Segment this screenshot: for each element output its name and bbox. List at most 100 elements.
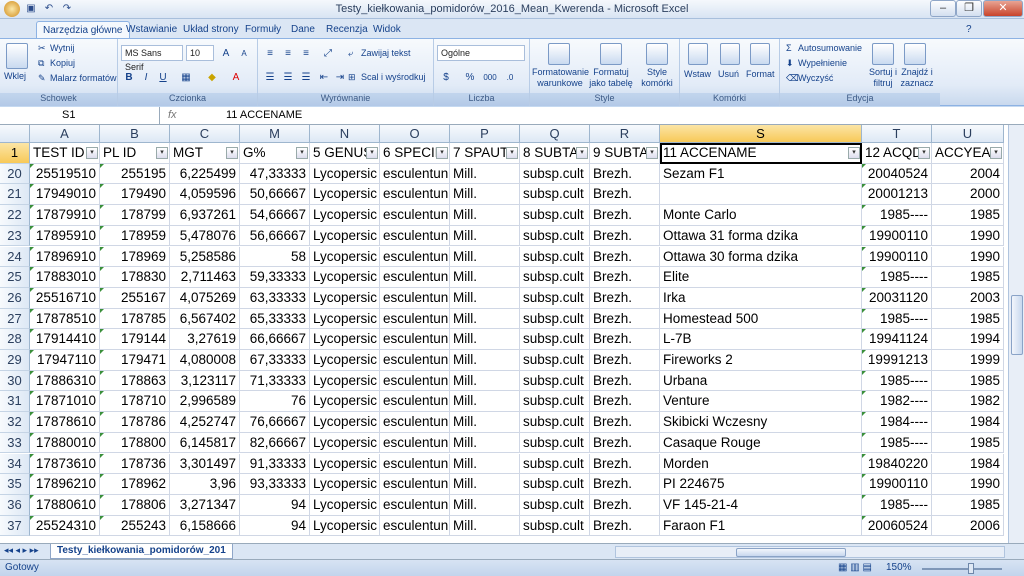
thousands-button[interactable]: 000: [480, 69, 500, 85]
table-cell[interactable]: 19991213: [862, 350, 932, 371]
row-header[interactable]: 33: [0, 432, 30, 454]
table-cell[interactable]: 178959: [100, 225, 170, 247]
table-cell[interactable]: Brezh.: [590, 205, 660, 226]
table-cell[interactable]: Skibicki Wczesny: [660, 412, 862, 433]
table-cell[interactable]: 19941124: [862, 329, 932, 350]
cut-button[interactable]: Wytnij: [50, 43, 74, 54]
table-cell[interactable]: Lycopersic: [310, 370, 380, 392]
table-cell[interactable]: Mill.: [450, 370, 520, 392]
table-cell[interactable]: 1990: [932, 474, 1004, 495]
font-size-select[interactable]: 10: [186, 45, 214, 61]
borders-icon[interactable]: ▦: [178, 69, 194, 85]
table-cell[interactable]: Ottawa 30 forma dzika: [660, 246, 862, 268]
table-cell[interactable]: Brezh.: [590, 225, 660, 247]
table-cell[interactable]: esculentun: [380, 267, 450, 288]
table-cell[interactable]: 1984: [932, 453, 1004, 475]
sheet-nav-arrows-icon[interactable]: ◂◂ ◂ ▸ ▸▸: [4, 545, 39, 556]
tab-narzedzia-glowne[interactable]: Narzędzia główne: [36, 21, 130, 39]
table-cell[interactable]: subsp.cult: [520, 163, 590, 185]
table-cell[interactable]: 1990: [932, 246, 1004, 268]
table-cell[interactable]: Mill.: [450, 287, 520, 309]
header-cell[interactable]: MGT ▾: [170, 143, 240, 164]
table-cell[interactable]: 4,252747: [170, 412, 240, 433]
table-cell[interactable]: Brezh.: [590, 163, 660, 185]
clear-button[interactable]: Wyczyść: [798, 73, 833, 84]
table-cell[interactable]: subsp.cult: [520, 267, 590, 288]
vertical-scroll-thumb[interactable]: [1011, 295, 1023, 355]
table-cell[interactable]: Lycopersic: [310, 474, 380, 495]
name-box[interactable]: S1: [0, 107, 160, 124]
table-cell[interactable]: 1985: [932, 432, 1004, 454]
row-header[interactable]: 28: [0, 329, 30, 350]
table-cell[interactable]: 5,258586: [170, 246, 240, 268]
table-cell[interactable]: 1985----: [862, 267, 932, 288]
header-cell[interactable]: 12 ACQD ▾: [862, 143, 932, 164]
filter-dropdown-icon[interactable]: ▾: [156, 147, 168, 159]
table-cell[interactable]: Lycopersic: [310, 246, 380, 268]
header-cell[interactable]: ACCYEAR ▾: [932, 143, 1004, 164]
table-cell[interactable]: 17880610: [30, 494, 100, 516]
table-cell[interactable]: Morden: [660, 453, 862, 475]
table-cell[interactable]: 179144: [100, 329, 170, 350]
fill-color-icon[interactable]: ◆: [204, 69, 220, 85]
table-cell[interactable]: 1985: [932, 308, 1004, 330]
minimize-button[interactable]: –: [930, 0, 956, 17]
table-cell[interactable]: 3,96: [170, 474, 240, 495]
table-cell[interactable]: esculentun: [380, 515, 450, 537]
table-cell[interactable]: Lycopersic: [310, 163, 380, 185]
table-cell[interactable]: 255167: [100, 287, 170, 309]
filter-dropdown-icon[interactable]: ▾: [918, 147, 930, 159]
header-cell[interactable]: G% ▾: [240, 143, 310, 164]
table-cell[interactable]: Brezh.: [590, 432, 660, 454]
table-cell[interactable]: Irka: [660, 287, 862, 309]
table-cell[interactable]: subsp.cult: [520, 515, 590, 537]
table-cell[interactable]: 76,66667: [240, 412, 310, 433]
row-header[interactable]: 37: [0, 515, 30, 537]
table-cell[interactable]: Brezh.: [590, 308, 660, 330]
row-header[interactable]: 27: [0, 308, 30, 330]
row-header[interactable]: 21: [0, 184, 30, 206]
table-cell[interactable]: Brezh.: [590, 267, 660, 288]
table-cell[interactable]: Brezh.: [590, 453, 660, 475]
column-header-a[interactable]: A: [30, 125, 100, 143]
table-cell[interactable]: Lycopersic: [310, 494, 380, 516]
column-header-q[interactable]: Q: [520, 125, 590, 143]
table-cell[interactable]: 2000: [932, 184, 1004, 206]
table-cell[interactable]: 47,33333: [240, 163, 310, 185]
table-cell[interactable]: 1984----: [862, 412, 932, 433]
autosum-button[interactable]: Autosumowanie: [798, 43, 862, 54]
table-cell[interactable]: 19900110: [862, 474, 932, 495]
align-left-icon[interactable]: ☰: [262, 69, 278, 85]
table-cell[interactable]: subsp.cult: [520, 453, 590, 475]
table-cell[interactable]: 178962: [100, 474, 170, 495]
decrease-indent-icon[interactable]: ⇤: [316, 69, 332, 85]
table-cell[interactable]: esculentun: [380, 432, 450, 454]
table-cell[interactable]: 50,66667: [240, 184, 310, 206]
table-cell[interactable]: subsp.cult: [520, 391, 590, 413]
row-header[interactable]: 34: [0, 453, 30, 475]
table-cell[interactable]: Monte Carlo: [660, 205, 862, 226]
row-header[interactable]: 35: [0, 474, 30, 495]
table-cell[interactable]: Mill.: [450, 515, 520, 537]
table-cell[interactable]: 58: [240, 246, 310, 268]
table-cell[interactable]: 17896910: [30, 246, 100, 268]
table-cell[interactable]: 25516710: [30, 287, 100, 309]
table-cell[interactable]: Mill.: [450, 308, 520, 330]
find-select-button[interactable]: Znajdź i zaznacz: [898, 67, 936, 89]
table-cell[interactable]: Brezh.: [590, 184, 660, 206]
table-cell[interactable]: Lycopersic: [310, 329, 380, 350]
increase-decimal-icon[interactable]: .0: [502, 69, 518, 85]
table-cell[interactable]: Mill.: [450, 329, 520, 350]
row-header[interactable]: 20: [0, 163, 30, 185]
table-cell[interactable]: Mill.: [450, 205, 520, 226]
table-cell[interactable]: esculentun: [380, 370, 450, 392]
percent-button[interactable]: %: [462, 69, 478, 85]
insert-function-icon[interactable]: fx: [168, 107, 218, 124]
table-cell[interactable]: PI 224675: [660, 474, 862, 495]
sort-filter-button[interactable]: Sortuj i filtruj: [866, 67, 900, 89]
delete-button[interactable]: Usuń: [718, 69, 739, 80]
column-header-m[interactable]: M: [240, 125, 310, 143]
table-cell[interactable]: Brezh.: [590, 370, 660, 392]
zoom-level[interactable]: 150%: [886, 562, 912, 573]
table-cell[interactable]: 1982: [932, 391, 1004, 413]
